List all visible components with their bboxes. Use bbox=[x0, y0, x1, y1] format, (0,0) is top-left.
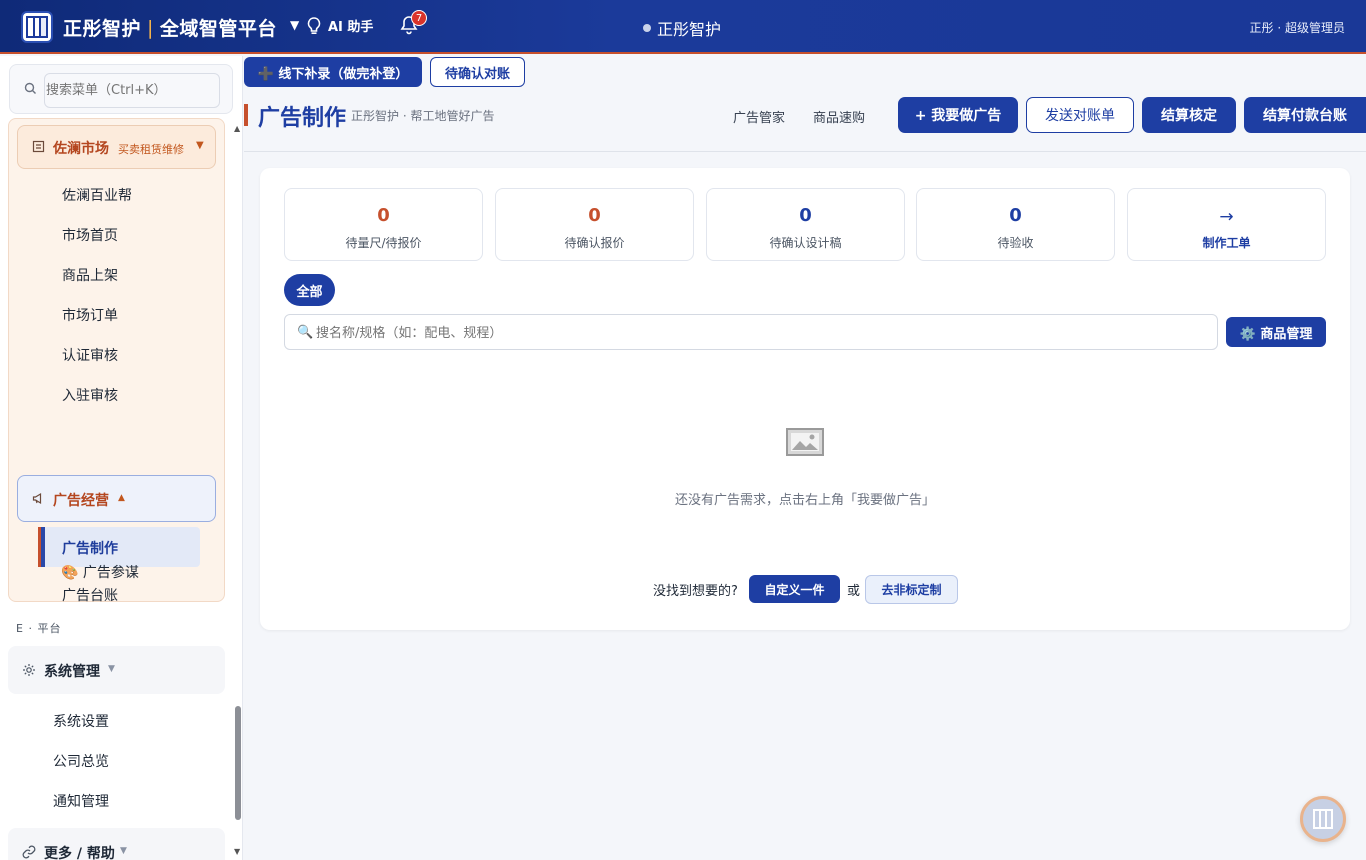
platform-dropdown-caret[interactable]: ▼ bbox=[290, 18, 299, 32]
gear-icon bbox=[23, 664, 35, 676]
custom-item-button[interactable]: 自定义一件 bbox=[749, 575, 840, 603]
lightbulb-icon bbox=[307, 16, 321, 34]
stat-label: 待确认报价 bbox=[564, 236, 625, 250]
tab-quick-purchase[interactable]: 商品速购 bbox=[813, 107, 865, 126]
sidebar-item-zuolan-baiyebang[interactable]: 佐澜百业帮 bbox=[62, 185, 132, 205]
arrow-right-icon: → bbox=[1219, 207, 1234, 227]
sidebar-group-more[interactable]: 更多 / 帮助 ▼ bbox=[8, 828, 225, 860]
top-header: 正彤智护 | 全域智管平台 ▼ AI 助手 7 正彤智护 正彤 · 超级管理员 bbox=[0, 0, 1366, 54]
sidebar-item-notification-management[interactable]: 通知管理 bbox=[53, 791, 109, 811]
stat-label: 待确认设计稿 bbox=[769, 236, 842, 250]
nonstandard-custom-button[interactable]: 去非标定制 bbox=[865, 575, 958, 604]
sidebar: 佐澜市场 买卖租赁维修 ▼ 佐澜百业帮 市场首页 商品上架 市场订单 认证审核 … bbox=[0, 56, 243, 860]
scroll-up-arrow[interactable]: ▲ bbox=[234, 124, 240, 133]
section-label-platform: E · 平台 bbox=[16, 622, 62, 635]
search-icon: 🔍 bbox=[297, 325, 314, 340]
page-title: 广告制作 bbox=[258, 106, 347, 131]
stat-pending-design-confirm[interactable]: 0 待确认设计稿 bbox=[706, 188, 905, 261]
link-icon bbox=[22, 845, 36, 859]
product-search-input[interactable] bbox=[316, 321, 1196, 345]
notification-badge: 7 bbox=[411, 10, 427, 26]
settle-check-button[interactable]: 结算核定 bbox=[1142, 97, 1236, 133]
send-statement-button[interactable]: 发送对账单 bbox=[1026, 97, 1134, 133]
megaphone-icon bbox=[32, 492, 42, 505]
stat-value: 0 bbox=[1009, 205, 1022, 226]
stat-value: 0 bbox=[377, 205, 390, 226]
sidebar-item-ad-advisor[interactable]: 🎨 广告参谋 bbox=[61, 562, 139, 582]
stat-pending-quote-confirm[interactable]: 0 待确认报价 bbox=[495, 188, 694, 261]
sidebar-item-ad-production[interactable]: 广告制作 bbox=[38, 527, 200, 567]
chevron-down-icon: ▼ bbox=[108, 664, 115, 674]
ai-assistant-label: AI 助手 bbox=[328, 20, 374, 35]
brand-name: 正彤智护 bbox=[63, 18, 142, 40]
sidebar-group-ads[interactable]: 广告经营 ▲ bbox=[17, 475, 216, 522]
brand-title: 正彤智护 | 全域智管平台 bbox=[63, 14, 277, 41]
sidebar-item-product-listing[interactable]: 商品上架 bbox=[62, 265, 118, 285]
app-logo[interactable] bbox=[21, 11, 53, 43]
floating-assistant-button[interactable] bbox=[1300, 796, 1346, 842]
page-subtitle: 正彤智护 · 帮工地管好广告 bbox=[351, 109, 495, 123]
menu-search-input[interactable] bbox=[44, 73, 220, 108]
tab-ad-manager[interactable]: 广告管家 bbox=[733, 107, 785, 126]
sidebar-group-market[interactable]: 佐澜市场 买卖租赁维修 ▼ bbox=[17, 125, 216, 169]
search-icon bbox=[24, 82, 36, 94]
sidebar-item-certification-review[interactable]: 认证审核 bbox=[62, 345, 118, 365]
center-title-text: 正彤智护 bbox=[657, 20, 722, 39]
ai-assistant-button[interactable]: AI 助手 bbox=[306, 16, 373, 35]
platform-name: 全域智管平台 bbox=[159, 18, 277, 40]
market-group-label: 佐澜市场 bbox=[53, 141, 109, 157]
stat-label: 待量尺/待报价 bbox=[345, 236, 422, 250]
image-icon bbox=[786, 428, 824, 456]
sidebar-group-system[interactable]: 系统管理 ▼ bbox=[8, 646, 225, 694]
sidebar-item-system-settings[interactable]: 系统设置 bbox=[53, 711, 109, 731]
offline-record-button[interactable]: ➕ 线下补录（做完补登） bbox=[244, 57, 422, 87]
goods-management-button[interactable]: ⚙️ 商品管理 bbox=[1226, 317, 1326, 347]
sidebar-item-market-home[interactable]: 市场首页 bbox=[62, 225, 118, 245]
stat-pending-measure[interactable]: 0 待量尺/待报价 bbox=[284, 188, 483, 261]
more-group-label: 更多 / 帮助 bbox=[44, 846, 115, 860]
make-ad-button[interactable]: + 我要做广告 bbox=[898, 97, 1018, 133]
stat-value: 0 bbox=[588, 205, 601, 226]
or-text: 或 bbox=[847, 584, 861, 599]
menu-search bbox=[9, 64, 233, 114]
empty-state-text: 还没有广告需求，点击右上角「我要做广告」 bbox=[674, 493, 935, 508]
building-icon bbox=[32, 140, 45, 153]
filter-all-chip[interactable]: 全部 bbox=[284, 274, 335, 306]
sidebar-item-company-overview[interactable]: 公司总览 bbox=[53, 751, 109, 771]
market-group: 佐澜市场 买卖租赁维修 ▼ 佐澜百业帮 市场首页 商品上架 市场订单 认证审核 … bbox=[8, 118, 225, 605]
pending-reconcile-button[interactable]: 待确认对账 bbox=[430, 57, 525, 87]
sidebar-item-onboarding-review[interactable]: 入驻审核 bbox=[62, 385, 118, 405]
status-dot bbox=[643, 24, 651, 32]
stat-value: 0 bbox=[799, 205, 812, 226]
center-title: 正彤智护 bbox=[643, 16, 721, 40]
settle-ledger-button[interactable]: 结算付款台账 bbox=[1244, 97, 1366, 133]
chevron-up-icon: ▲ bbox=[118, 493, 125, 503]
stat-label: 待验收 bbox=[997, 236, 1034, 250]
user-menu[interactable]: 正彤 · 超级管理员 bbox=[1250, 19, 1345, 36]
sidebar-item-market-orders[interactable]: 市场订单 bbox=[62, 305, 118, 325]
sidebar-item-ad-ledger[interactable]: 广告台账 bbox=[62, 585, 118, 605]
main-card: 0 待量尺/待报价 0 待确认报价 0 待确认设计稿 0 待验收 → 制作工单 … bbox=[260, 168, 1350, 630]
logo-mark bbox=[1313, 809, 1333, 829]
work-order-link[interactable]: → 制作工单 bbox=[1127, 188, 1326, 261]
product-search: 🔍 bbox=[284, 314, 1218, 350]
chevron-down-icon: ▼ bbox=[196, 140, 204, 151]
market-group-subtitle: 买卖租赁维修 bbox=[118, 143, 184, 156]
logo-mark bbox=[26, 16, 48, 38]
ads-group-label: 广告经营 bbox=[53, 493, 109, 509]
system-group-label: 系统管理 bbox=[44, 664, 100, 680]
stat-pending-acceptance[interactable]: 0 待验收 bbox=[916, 188, 1115, 261]
not-found-text: 没找到想要的? bbox=[653, 584, 738, 599]
title-accent-bar bbox=[244, 104, 248, 126]
sidebar-item-label: 广告制作 bbox=[62, 541, 118, 557]
chevron-down-icon: ▼ bbox=[120, 846, 127, 856]
brand-separator: | bbox=[147, 16, 154, 39]
scroll-down-arrow[interactable]: ▼ bbox=[234, 847, 240, 856]
work-order-label: 制作工单 bbox=[1202, 236, 1251, 250]
header-divider bbox=[244, 151, 1366, 152]
sidebar-scrollbar-thumb[interactable] bbox=[235, 706, 241, 820]
